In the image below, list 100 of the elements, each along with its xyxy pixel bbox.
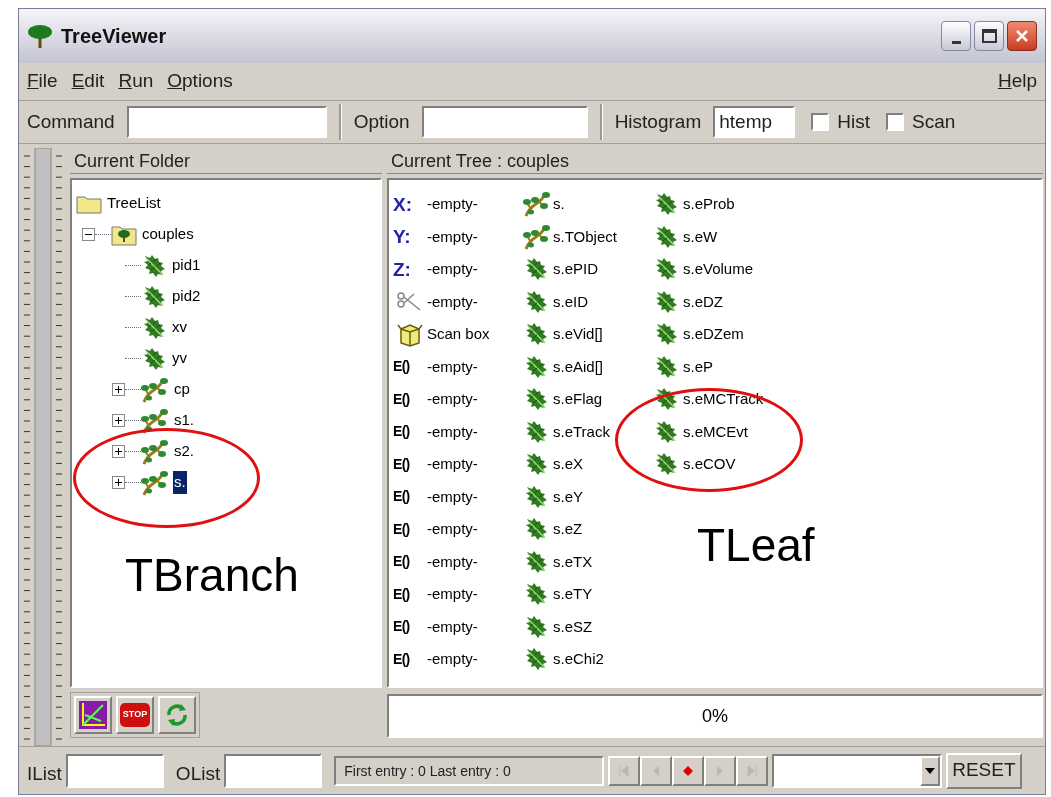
list-item[interactable]: s.eChi2 bbox=[553, 648, 604, 671]
list-item[interactable]: s.eFlag bbox=[553, 388, 603, 411]
option-label: Option bbox=[353, 109, 410, 134]
list-item[interactable]: s. bbox=[553, 193, 565, 216]
list-item[interactable]: s.eVolume bbox=[683, 258, 754, 281]
histogram-label: Histogram bbox=[614, 109, 702, 134]
expression-label: E() bbox=[393, 487, 411, 507]
list-item[interactable]: -empty- bbox=[427, 258, 478, 281]
list-item[interactable]: s.eTY bbox=[553, 583, 593, 606]
tree-item[interactable]: s2. bbox=[173, 440, 195, 463]
stop-button[interactable]: STOP bbox=[116, 696, 154, 734]
branch-icon bbox=[141, 469, 169, 496]
branch-icon bbox=[523, 191, 551, 218]
list-item[interactable]: s.eDZem bbox=[683, 323, 744, 346]
expand-icon[interactable] bbox=[112, 383, 125, 396]
expand-icon[interactable] bbox=[112, 414, 125, 427]
expression-label: E() bbox=[393, 552, 411, 572]
list-item[interactable]: -empty- bbox=[427, 615, 478, 638]
list-item[interactable]: s.eP bbox=[683, 355, 713, 378]
record-entry-button[interactable] bbox=[672, 755, 705, 786]
minimize-button[interactable] bbox=[941, 21, 971, 51]
maximize-button[interactable] bbox=[974, 21, 1004, 51]
list-item[interactable]: -empty- bbox=[427, 550, 478, 573]
list-item[interactable]: s.eY bbox=[553, 485, 583, 508]
list-item[interactable]: -empty- bbox=[427, 485, 478, 508]
expression-label: E() bbox=[393, 389, 411, 409]
command-label: Command bbox=[27, 109, 115, 134]
branch-icon bbox=[523, 223, 551, 250]
branch-icon bbox=[141, 376, 169, 403]
tree-item[interactable]: s. bbox=[173, 471, 187, 494]
command-field[interactable] bbox=[126, 106, 327, 138]
axis-label: X: bbox=[393, 194, 413, 214]
tree-item[interactable]: cp bbox=[173, 378, 191, 401]
list-item[interactable]: s.eTX bbox=[553, 550, 593, 573]
menu-item[interactable]: Options bbox=[167, 67, 233, 96]
tree-folder-icon bbox=[111, 223, 137, 246]
list-item[interactable]: -empty- bbox=[427, 453, 478, 476]
tree-item[interactable]: s1. bbox=[173, 409, 195, 432]
refresh-button[interactable] bbox=[158, 696, 196, 734]
expression-label: E() bbox=[393, 357, 411, 377]
list-item[interactable]: -empty- bbox=[427, 193, 478, 216]
menu-item[interactable]: Run bbox=[118, 67, 154, 96]
list-item[interactable]: s.eX bbox=[553, 453, 583, 476]
window-title: TreeViewer bbox=[61, 24, 167, 49]
panel-header: Current Tree : couples bbox=[387, 148, 1043, 174]
expression-label: E() bbox=[393, 454, 411, 474]
list-item[interactable]: s.eCOV bbox=[683, 453, 736, 476]
chart-icon bbox=[79, 701, 107, 729]
draw-button[interactable] bbox=[74, 696, 112, 734]
olist-field[interactable] bbox=[224, 753, 323, 788]
ilist-field[interactable] bbox=[65, 753, 164, 788]
expression-label: E() bbox=[393, 649, 411, 669]
list-item[interactable]: s.ePID bbox=[553, 258, 598, 281]
tree-item[interactable]: couples bbox=[141, 223, 195, 246]
list-item[interactable]: -empty- bbox=[427, 388, 478, 411]
list-item[interactable]: s.eMCTrack bbox=[683, 388, 764, 411]
expand-icon[interactable] bbox=[112, 476, 125, 489]
list-item[interactable]: -empty- bbox=[427, 583, 478, 606]
collapse-icon[interactable] bbox=[82, 228, 95, 241]
menu-item[interactable]: Help bbox=[997, 67, 1037, 96]
tree-item[interactable]: yv bbox=[171, 347, 188, 370]
list-item[interactable]: s.eMCEvt bbox=[683, 420, 748, 443]
close-icon bbox=[1014, 28, 1030, 44]
olist-label: OList bbox=[175, 762, 221, 787]
list-item[interactable]: -empty- bbox=[427, 355, 478, 378]
list-item[interactable]: s.eProb bbox=[683, 193, 735, 216]
list-item[interactable]: s.eW bbox=[683, 225, 718, 248]
list-item[interactable]: s.TObject bbox=[553, 225, 617, 248]
expression-label: E() bbox=[393, 422, 411, 442]
list-item[interactable]: -empty- bbox=[427, 518, 478, 541]
list-item[interactable]: -empty- bbox=[427, 225, 478, 248]
expand-icon[interactable] bbox=[112, 445, 125, 458]
list-item[interactable]: -empty- bbox=[427, 290, 478, 313]
tree-icon bbox=[27, 23, 53, 49]
tree-item[interactable]: pid1 bbox=[171, 254, 202, 277]
checkbox-label: Hist bbox=[837, 109, 870, 134]
close-button[interactable] bbox=[1007, 21, 1037, 51]
list-item[interactable]: s.eDZ bbox=[683, 290, 723, 313]
checkbox[interactable] bbox=[811, 113, 830, 131]
tree-item[interactable]: pid2 bbox=[171, 285, 202, 308]
list-item[interactable]: Scan box bbox=[427, 323, 490, 346]
list-item[interactable]: s.eTrack bbox=[553, 420, 610, 443]
option-field[interactable] bbox=[421, 106, 588, 138]
list-item[interactable]: s.eZ bbox=[553, 518, 583, 541]
list-item[interactable]: s.eID bbox=[553, 290, 588, 313]
list-item[interactable]: -empty- bbox=[427, 648, 478, 671]
reset-button[interactable]: RESET bbox=[946, 752, 1022, 789]
list-item[interactable]: s.eSZ bbox=[553, 615, 593, 638]
menu-item[interactable]: Edit bbox=[71, 67, 105, 96]
list-item[interactable]: s.eAid[] bbox=[553, 355, 604, 378]
checkbox[interactable] bbox=[885, 113, 904, 131]
histogram-field[interactable]: htemp bbox=[713, 106, 796, 138]
list-item[interactable]: -empty- bbox=[427, 420, 478, 443]
menu-item[interactable]: File bbox=[27, 67, 58, 96]
tree-item[interactable]: xv bbox=[171, 316, 188, 339]
tree-item[interactable]: TreeList bbox=[106, 192, 162, 215]
ilist-label: IList bbox=[27, 762, 62, 787]
folder-icon bbox=[76, 193, 102, 214]
dropdown[interactable] bbox=[772, 753, 943, 788]
list-item[interactable]: s.eVid[] bbox=[553, 323, 603, 346]
